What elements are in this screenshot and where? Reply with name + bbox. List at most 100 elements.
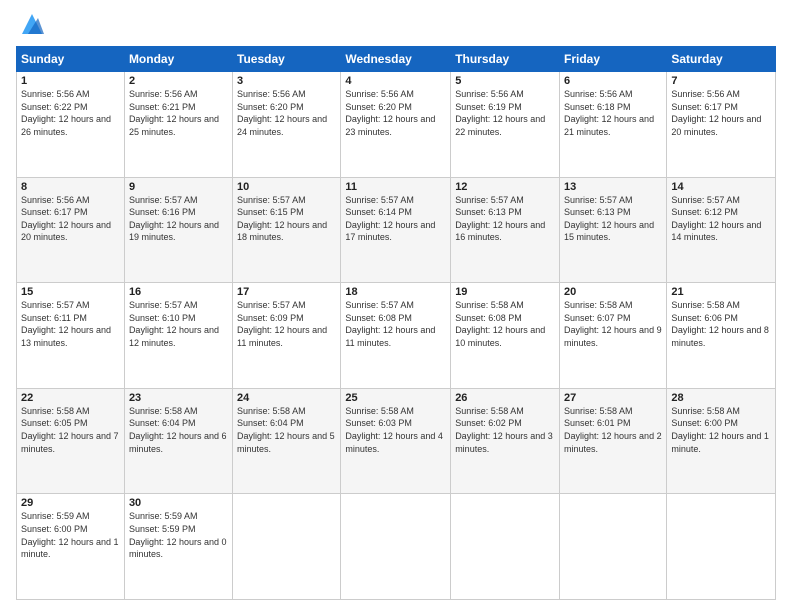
calendar-cell: 12 Sunrise: 5:57 AMSunset: 6:13 PMDaylig…	[451, 177, 560, 283]
calendar-week-row: 29 Sunrise: 5:59 AMSunset: 6:00 PMDaylig…	[17, 494, 776, 600]
weekday-header: Thursday	[451, 47, 560, 72]
day-number: 7	[671, 75, 771, 87]
weekday-header: Tuesday	[233, 47, 341, 72]
day-info: Sunrise: 5:56 AMSunset: 6:17 PMDaylight:…	[21, 195, 111, 243]
calendar-cell: 19 Sunrise: 5:58 AMSunset: 6:08 PMDaylig…	[451, 283, 560, 389]
day-number: 21	[671, 286, 771, 298]
day-number: 19	[455, 286, 555, 298]
calendar-cell: 11 Sunrise: 5:57 AMSunset: 6:14 PMDaylig…	[341, 177, 451, 283]
calendar-cell: 1 Sunrise: 5:56 AMSunset: 6:22 PMDayligh…	[17, 72, 125, 178]
calendar-cell: 25 Sunrise: 5:58 AMSunset: 6:03 PMDaylig…	[341, 388, 451, 494]
calendar-cell: 18 Sunrise: 5:57 AMSunset: 6:08 PMDaylig…	[341, 283, 451, 389]
day-number: 17	[237, 286, 336, 298]
day-info: Sunrise: 5:56 AMSunset: 6:20 PMDaylight:…	[345, 89, 435, 137]
day-info: Sunrise: 5:57 AMSunset: 6:15 PMDaylight:…	[237, 195, 327, 243]
day-info: Sunrise: 5:57 AMSunset: 6:13 PMDaylight:…	[455, 195, 545, 243]
day-number: 12	[455, 181, 555, 193]
calendar-week-row: 22 Sunrise: 5:58 AMSunset: 6:05 PMDaylig…	[17, 388, 776, 494]
calendar-cell	[451, 494, 560, 600]
day-info: Sunrise: 5:58 AMSunset: 6:06 PMDaylight:…	[671, 300, 769, 348]
day-number: 3	[237, 75, 336, 87]
day-number: 9	[129, 181, 228, 193]
day-info: Sunrise: 5:56 AMSunset: 6:18 PMDaylight:…	[564, 89, 654, 137]
day-info: Sunrise: 5:58 AMSunset: 6:03 PMDaylight:…	[345, 406, 443, 454]
day-number: 18	[345, 286, 446, 298]
day-number: 23	[129, 392, 228, 404]
calendar-cell: 4 Sunrise: 5:56 AMSunset: 6:20 PMDayligh…	[341, 72, 451, 178]
calendar-cell: 10 Sunrise: 5:57 AMSunset: 6:15 PMDaylig…	[233, 177, 341, 283]
day-number: 10	[237, 181, 336, 193]
day-info: Sunrise: 5:58 AMSunset: 6:02 PMDaylight:…	[455, 406, 553, 454]
day-number: 11	[345, 181, 446, 193]
calendar-cell: 5 Sunrise: 5:56 AMSunset: 6:19 PMDayligh…	[451, 72, 560, 178]
calendar-week-row: 1 Sunrise: 5:56 AMSunset: 6:22 PMDayligh…	[17, 72, 776, 178]
calendar-cell	[560, 494, 667, 600]
day-number: 5	[455, 75, 555, 87]
calendar-cell	[233, 494, 341, 600]
day-info: Sunrise: 5:58 AMSunset: 6:04 PMDaylight:…	[129, 406, 227, 454]
calendar-cell: 30 Sunrise: 5:59 AMSunset: 5:59 PMDaylig…	[124, 494, 232, 600]
calendar-cell: 28 Sunrise: 5:58 AMSunset: 6:00 PMDaylig…	[667, 388, 776, 494]
day-number: 16	[129, 286, 228, 298]
day-info: Sunrise: 5:58 AMSunset: 6:00 PMDaylight:…	[671, 406, 769, 454]
day-number: 26	[455, 392, 555, 404]
weekday-header: Saturday	[667, 47, 776, 72]
day-info: Sunrise: 5:56 AMSunset: 6:20 PMDaylight:…	[237, 89, 327, 137]
day-info: Sunrise: 5:58 AMSunset: 6:07 PMDaylight:…	[564, 300, 662, 348]
calendar-week-row: 15 Sunrise: 5:57 AMSunset: 6:11 PMDaylig…	[17, 283, 776, 389]
calendar-cell: 16 Sunrise: 5:57 AMSunset: 6:10 PMDaylig…	[124, 283, 232, 389]
calendar-cell: 17 Sunrise: 5:57 AMSunset: 6:09 PMDaylig…	[233, 283, 341, 389]
weekday-header: Friday	[560, 47, 667, 72]
calendar-cell: 3 Sunrise: 5:56 AMSunset: 6:20 PMDayligh…	[233, 72, 341, 178]
day-info: Sunrise: 5:57 AMSunset: 6:12 PMDaylight:…	[671, 195, 761, 243]
calendar-cell: 14 Sunrise: 5:57 AMSunset: 6:12 PMDaylig…	[667, 177, 776, 283]
day-info: Sunrise: 5:57 AMSunset: 6:14 PMDaylight:…	[345, 195, 435, 243]
calendar-cell: 26 Sunrise: 5:58 AMSunset: 6:02 PMDaylig…	[451, 388, 560, 494]
calendar-cell: 8 Sunrise: 5:56 AMSunset: 6:17 PMDayligh…	[17, 177, 125, 283]
day-info: Sunrise: 5:57 AMSunset: 6:13 PMDaylight:…	[564, 195, 654, 243]
header	[16, 12, 776, 38]
day-info: Sunrise: 5:59 AMSunset: 6:00 PMDaylight:…	[21, 511, 119, 559]
weekday-header: Monday	[124, 47, 232, 72]
day-info: Sunrise: 5:58 AMSunset: 6:01 PMDaylight:…	[564, 406, 662, 454]
calendar-cell: 9 Sunrise: 5:57 AMSunset: 6:16 PMDayligh…	[124, 177, 232, 283]
day-info: Sunrise: 5:57 AMSunset: 6:09 PMDaylight:…	[237, 300, 327, 348]
day-number: 14	[671, 181, 771, 193]
day-info: Sunrise: 5:56 AMSunset: 6:17 PMDaylight:…	[671, 89, 761, 137]
day-number: 29	[21, 497, 120, 509]
calendar-cell: 2 Sunrise: 5:56 AMSunset: 6:21 PMDayligh…	[124, 72, 232, 178]
calendar-body: 1 Sunrise: 5:56 AMSunset: 6:22 PMDayligh…	[17, 72, 776, 600]
day-info: Sunrise: 5:57 AMSunset: 6:10 PMDaylight:…	[129, 300, 219, 348]
day-number: 24	[237, 392, 336, 404]
day-number: 22	[21, 392, 120, 404]
day-info: Sunrise: 5:57 AMSunset: 6:11 PMDaylight:…	[21, 300, 111, 348]
calendar-cell	[341, 494, 451, 600]
calendar-cell: 7 Sunrise: 5:56 AMSunset: 6:17 PMDayligh…	[667, 72, 776, 178]
day-number: 1	[21, 75, 120, 87]
calendar-cell: 27 Sunrise: 5:58 AMSunset: 6:01 PMDaylig…	[560, 388, 667, 494]
calendar-cell: 6 Sunrise: 5:56 AMSunset: 6:18 PMDayligh…	[560, 72, 667, 178]
day-info: Sunrise: 5:58 AMSunset: 6:04 PMDaylight:…	[237, 406, 335, 454]
day-number: 30	[129, 497, 228, 509]
day-number: 6	[564, 75, 662, 87]
calendar-cell: 29 Sunrise: 5:59 AMSunset: 6:00 PMDaylig…	[17, 494, 125, 600]
day-info: Sunrise: 5:58 AMSunset: 6:08 PMDaylight:…	[455, 300, 545, 348]
calendar-week-row: 8 Sunrise: 5:56 AMSunset: 6:17 PMDayligh…	[17, 177, 776, 283]
day-number: 4	[345, 75, 446, 87]
calendar-cell: 24 Sunrise: 5:58 AMSunset: 6:04 PMDaylig…	[233, 388, 341, 494]
day-info: Sunrise: 5:59 AMSunset: 5:59 PMDaylight:…	[129, 511, 227, 559]
day-info: Sunrise: 5:56 AMSunset: 6:21 PMDaylight:…	[129, 89, 219, 137]
calendar-cell: 21 Sunrise: 5:58 AMSunset: 6:06 PMDaylig…	[667, 283, 776, 389]
calendar-table: SundayMondayTuesdayWednesdayThursdayFrid…	[16, 46, 776, 600]
day-number: 28	[671, 392, 771, 404]
calendar-cell: 22 Sunrise: 5:58 AMSunset: 6:05 PMDaylig…	[17, 388, 125, 494]
day-number: 15	[21, 286, 120, 298]
day-number: 25	[345, 392, 446, 404]
day-number: 27	[564, 392, 662, 404]
weekday-header: Wednesday	[341, 47, 451, 72]
calendar-cell	[667, 494, 776, 600]
calendar-cell: 15 Sunrise: 5:57 AMSunset: 6:11 PMDaylig…	[17, 283, 125, 389]
calendar-header-row: SundayMondayTuesdayWednesdayThursdayFrid…	[17, 47, 776, 72]
calendar-cell: 20 Sunrise: 5:58 AMSunset: 6:07 PMDaylig…	[560, 283, 667, 389]
day-number: 8	[21, 181, 120, 193]
